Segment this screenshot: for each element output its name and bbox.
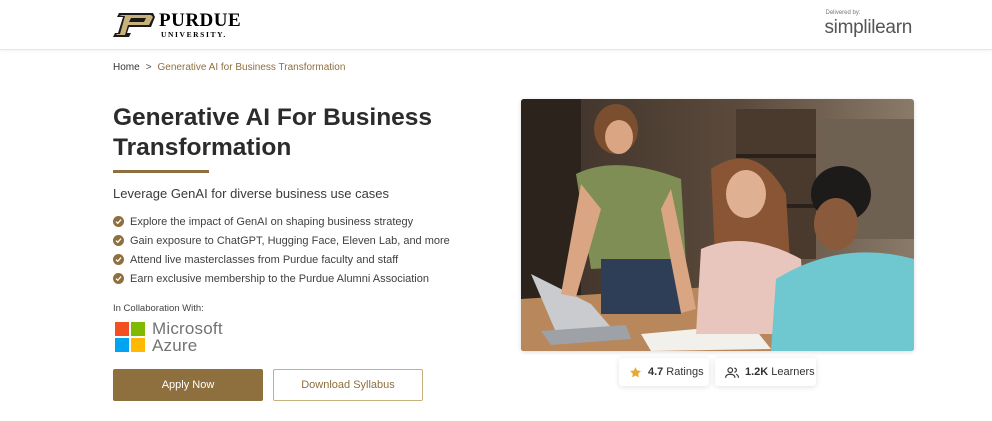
download-syllabus-button[interactable]: Download Syllabus bbox=[273, 369, 423, 401]
students-photo bbox=[521, 99, 914, 351]
feature-text: Earn exclusive membership to the Purdue … bbox=[130, 272, 429, 285]
microsoft-azure-logo: Microsoft Azure bbox=[115, 320, 223, 354]
azure-wordmark: Azure bbox=[152, 336, 198, 355]
page-subtitle: Leverage GenAI for diverse business use … bbox=[113, 186, 390, 201]
title-underline bbox=[113, 170, 209, 173]
purdue-logo[interactable]: PURDUE UNIVERSITY. bbox=[113, 10, 242, 40]
purdue-p-mark-icon bbox=[113, 13, 155, 37]
feature-text: Attend live masterclasses from Purdue fa… bbox=[130, 253, 399, 266]
check-circle-icon bbox=[113, 254, 124, 265]
page-title: Generative AI For Business Transformatio… bbox=[113, 104, 433, 161]
hero-image bbox=[521, 99, 914, 351]
delivered-by-label: Delivered by: bbox=[825, 10, 861, 16]
feature-item: Attend live masterclasses from Purdue fa… bbox=[113, 250, 450, 269]
feature-item: Explore the impact of GenAI on shaping b… bbox=[113, 212, 450, 231]
learners-value: 1.2K bbox=[745, 366, 769, 378]
learners-label: Learners bbox=[771, 366, 815, 378]
microsoft-wordmark: Microsoft bbox=[152, 319, 223, 338]
site-header: PURDUE UNIVERSITY. Delivered by: simplil… bbox=[0, 0, 992, 50]
ratings-badge: 4.7 Ratings bbox=[619, 358, 709, 386]
purdue-wordmark: PURDUE bbox=[159, 10, 242, 32]
microsoft-squares-icon bbox=[115, 322, 145, 352]
feature-item: Gain exposure to ChatGPT, Hugging Face, … bbox=[113, 231, 450, 250]
feature-text: Explore the impact of GenAI on shaping b… bbox=[130, 215, 414, 228]
feature-list: Explore the impact of GenAI on shaping b… bbox=[113, 212, 450, 288]
apply-now-button[interactable]: Apply Now bbox=[113, 369, 263, 401]
breadcrumb-separator: > bbox=[145, 62, 152, 73]
breadcrumb-current: Generative AI for Business Transformatio… bbox=[157, 62, 346, 73]
feature-item: Earn exclusive membership to the Purdue … bbox=[113, 269, 450, 288]
check-circle-icon bbox=[113, 235, 124, 246]
star-icon bbox=[629, 366, 642, 379]
feature-text: Gain exposure to ChatGPT, Hugging Face, … bbox=[130, 234, 450, 247]
check-circle-icon bbox=[113, 216, 124, 227]
rating-value: 4.7 bbox=[648, 366, 664, 378]
simplilearn-wordmark: simplilearn bbox=[824, 17, 912, 38]
check-circle-icon bbox=[113, 273, 124, 284]
learners-badge: 1.2K Learners bbox=[715, 358, 816, 386]
breadcrumb: Home > Generative AI for Business Transf… bbox=[113, 62, 345, 73]
people-icon bbox=[725, 366, 739, 379]
collaboration-label: In Collaboration With: bbox=[113, 303, 204, 314]
simplilearn-logo[interactable]: Delivered by: simplilearn bbox=[824, 10, 912, 39]
breadcrumb-home-link[interactable]: Home bbox=[113, 62, 140, 73]
rating-label: Ratings bbox=[666, 366, 704, 378]
purdue-sub-wordmark: UNIVERSITY. bbox=[161, 30, 227, 40]
